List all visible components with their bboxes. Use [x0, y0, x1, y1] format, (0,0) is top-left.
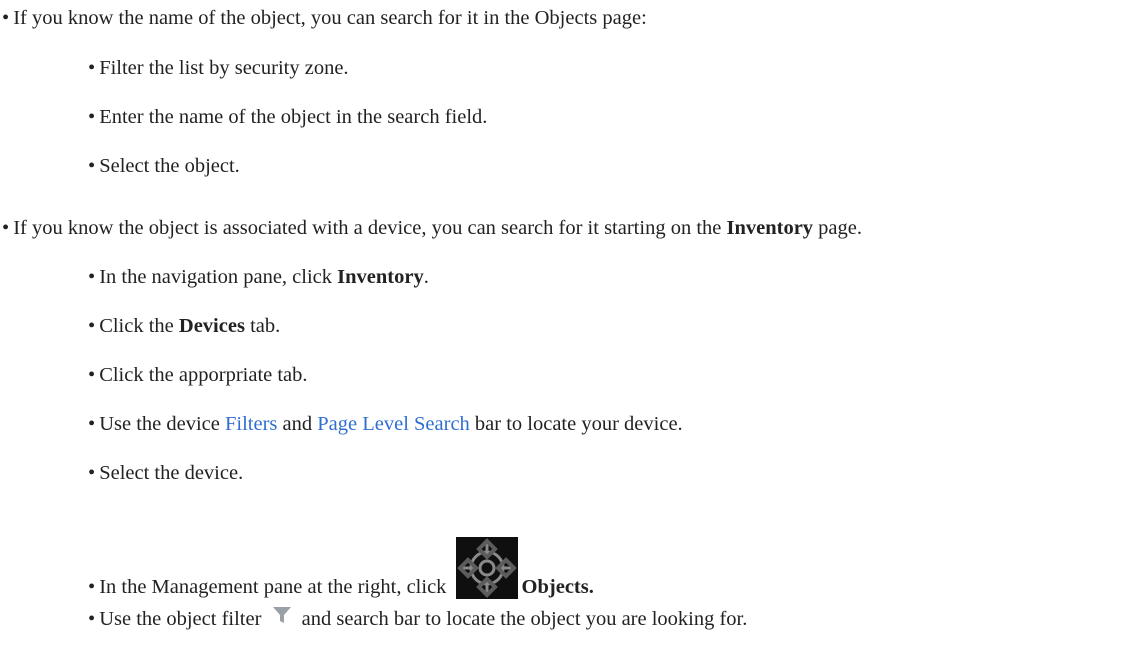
- bullet: •: [2, 217, 10, 239]
- inventory-bold: Inventory: [337, 266, 424, 288]
- sub-item-object-filter: • Use the object filter and search bar to…: [88, 605, 747, 631]
- sub-item-text-middle: and: [277, 413, 318, 435]
- page-level-search-link[interactable]: Page Level Search: [317, 413, 470, 435]
- bullet: •: [88, 413, 96, 435]
- sub-item-select-device: • Select the device.: [88, 461, 243, 485]
- sub-item-select-object: • Select the object.: [88, 154, 240, 178]
- sub-item-text: Select the object.: [99, 155, 240, 177]
- bullet: •: [88, 364, 96, 386]
- sub-item-enter-name: • Enter the name of the object in the sea…: [88, 105, 487, 129]
- bullet: •: [2, 7, 10, 29]
- sub-item-devices-tab: • Click the Devices tab.: [88, 314, 280, 338]
- sub-item-text-before: Use the device: [99, 413, 225, 435]
- bullet: •: [88, 57, 96, 79]
- sub-item-text-after: and search bar to locate the object you …: [296, 608, 748, 630]
- bullet: •: [88, 315, 96, 337]
- sub-item-text-after: tab.: [244, 315, 281, 337]
- sub-item-text-before: In the navigation pane, click: [99, 266, 338, 288]
- sub-item-filters-search: • Use the device Filters and Page Level S…: [88, 412, 683, 436]
- sub-item-management-pane: • In the Management pane at the right, cl…: [88, 537, 594, 599]
- objects-crosshair-icon: [455, 537, 518, 599]
- bullet: •: [88, 576, 96, 598]
- sub-item-text-before: In the Management pane at the right, cli…: [99, 576, 452, 598]
- filter-funnel-icon: [271, 605, 293, 625]
- sub-item-text: Enter the name of the object in the sear…: [99, 106, 488, 128]
- filters-link[interactable]: Filters: [225, 413, 277, 435]
- sub-item-text-after: .: [423, 266, 429, 288]
- list-item-text: If you know the name of the object, you …: [13, 7, 647, 29]
- sub-item-text-after: bar to locate your device.: [469, 413, 683, 435]
- sub-item-text: Select the device.: [99, 462, 244, 484]
- sub-item-text-before: Use the object filter: [99, 608, 267, 630]
- devices-bold: Devices: [178, 315, 245, 337]
- bullet: •: [88, 608, 96, 630]
- sub-item-filter-zone: • Filter the list by security zone.: [88, 56, 349, 80]
- bullet: •: [88, 266, 96, 288]
- list-item-object-name: • If you know the name of the object, you…: [2, 6, 647, 30]
- list-item-text-before: If you know the object is associated wit…: [13, 217, 727, 239]
- sub-item-navigation-pane: • In the navigation pane, click Inventory…: [88, 265, 429, 289]
- inventory-bold: Inventory: [726, 217, 814, 239]
- list-item-device-associated: • If you know the object is associated wi…: [2, 216, 862, 240]
- bullet: •: [88, 106, 96, 128]
- sub-item-text-before: Click the: [99, 315, 179, 337]
- bullet: •: [88, 155, 96, 177]
- sub-item-text: Click the apporpriate tab.: [99, 364, 308, 386]
- objects-bold: Objects.: [521, 576, 594, 598]
- sub-item-appropriate-tab: • Click the apporpriate tab.: [88, 363, 308, 387]
- bullet: •: [88, 462, 96, 484]
- sub-item-text: Filter the list by security zone.: [99, 57, 349, 79]
- list-item-text-after: page.: [813, 217, 862, 239]
